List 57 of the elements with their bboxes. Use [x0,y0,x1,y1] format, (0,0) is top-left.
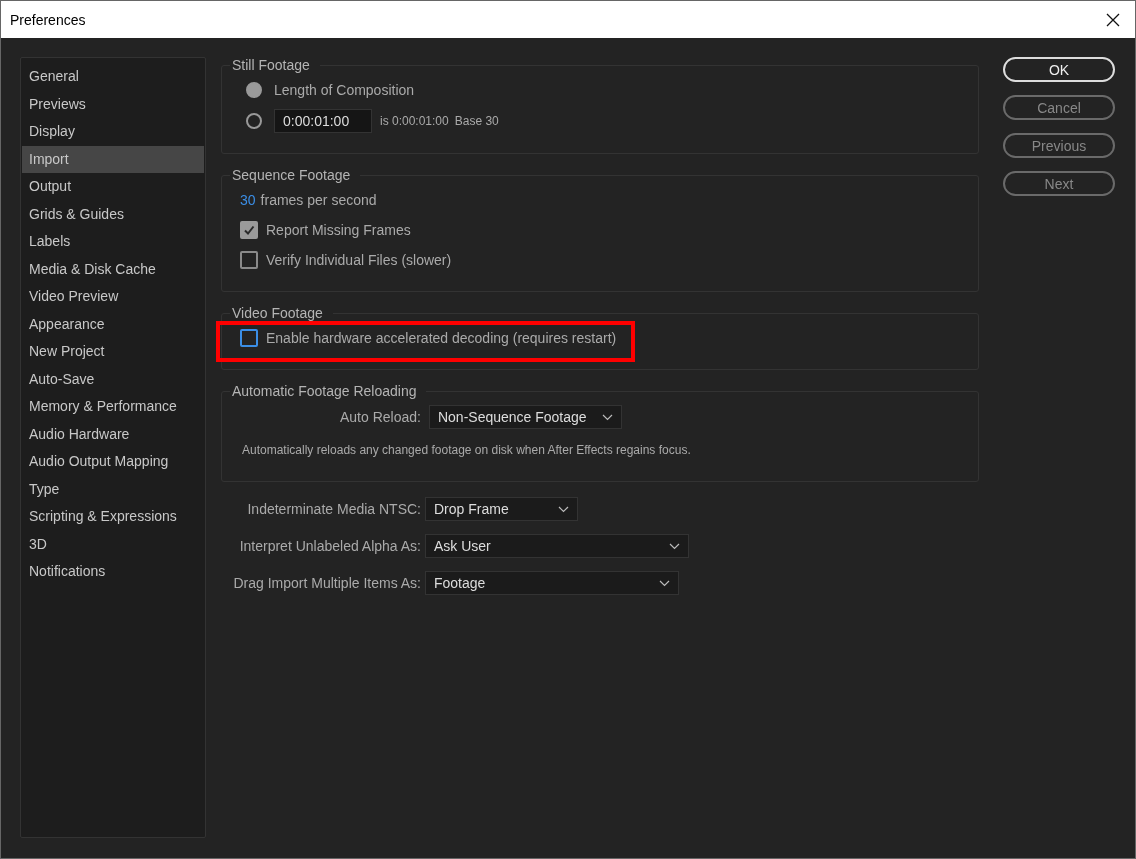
sidebar-item[interactable]: Display [22,118,204,146]
field-label: Drag Import Multiple Items As: [232,575,421,591]
group-title: Automatic Footage Reloading [231,383,418,399]
radio-label: Length of Composition [274,82,415,98]
field-label: Auto Reload: [340,409,421,425]
sidebar-item[interactable]: Memory & Performance [22,393,204,421]
sidebar-item[interactable]: Import [22,145,204,173]
sidebar-item[interactable]: Grids & Guides [22,200,204,228]
checkbox[interactable] [240,251,258,269]
sidebar-item[interactable]: General [22,63,204,91]
sidebar-item[interactable]: 3D [22,530,204,558]
dialog-button[interactable]: Next [1003,171,1115,196]
checkbox[interactable] [240,329,258,347]
field-label: Indeterminate Media NTSC: [246,501,421,517]
sidebar-item[interactable]: Output [22,173,204,201]
description-text: Automatically reloads any changed footage on disk when After Effects regains focus. [241,442,691,459]
radio-button[interactable] [246,82,262,98]
group-title: Still Footage [231,57,311,73]
sidebar-item[interactable]: Audio Hardware [22,420,204,448]
checkbox-label: Report Missing Frames [266,222,411,238]
chevron-down-icon [659,579,670,587]
radio-button[interactable] [246,113,262,129]
dropdown[interactable]: Non-Sequence Footage [428,405,622,429]
checkbox-label: Verify Individual Files (slower) [266,252,452,268]
dialog-button[interactable]: Previous [1003,133,1115,158]
sidebar-item[interactable]: Previews [22,90,204,118]
base-note: Base 30 [454,114,499,128]
sidebar-item[interactable]: Auto-Save [22,365,204,393]
rate-label: frames per second [260,192,377,208]
field-label: Interpret Unlabeled Alpha As: [238,538,421,554]
close-icon[interactable] [1106,12,1120,27]
sidebar-item[interactable]: New Project [22,338,204,366]
group-title: Video Footage [231,305,324,321]
checkbox[interactable] [240,221,258,239]
dialog-button[interactable]: OK [1003,57,1115,82]
dropdown[interactable]: Ask User [425,534,689,558]
time-note: is 0:00:01:00 [380,114,449,128]
checkmark-icon [243,224,255,236]
chevron-down-icon [601,413,613,421]
sidebar-item[interactable]: Notifications [22,558,204,586]
checkbox-label: Enable hardware accelerated decoding (requires restart) [266,330,617,346]
sidebar-item[interactable]: Scripting & Expressions [22,503,204,531]
sidebar-item[interactable]: Media & Disk Cache [22,255,204,283]
sidebar-item[interactable]: Video Preview [22,283,204,311]
sidebar-item[interactable]: Audio Output Mapping [22,448,204,476]
chevron-down-icon [669,542,680,550]
sidebar-item[interactable]: Labels [22,228,204,256]
rate-value[interactable]: 30 [240,192,256,208]
group-title: Sequence Footage [231,167,352,183]
sidebar-item[interactable]: Appearance [22,310,204,338]
chevron-down-icon [558,505,569,513]
time-field[interactable]: 0:00:01:00 [274,109,372,133]
dropdown[interactable]: Footage [425,571,679,595]
dropdown[interactable]: Drop Frame [425,497,578,521]
dialog-button[interactable]: Cancel [1003,95,1115,120]
sidebar-item[interactable]: Type [22,475,204,503]
window-title: Preferences [10,11,86,28]
